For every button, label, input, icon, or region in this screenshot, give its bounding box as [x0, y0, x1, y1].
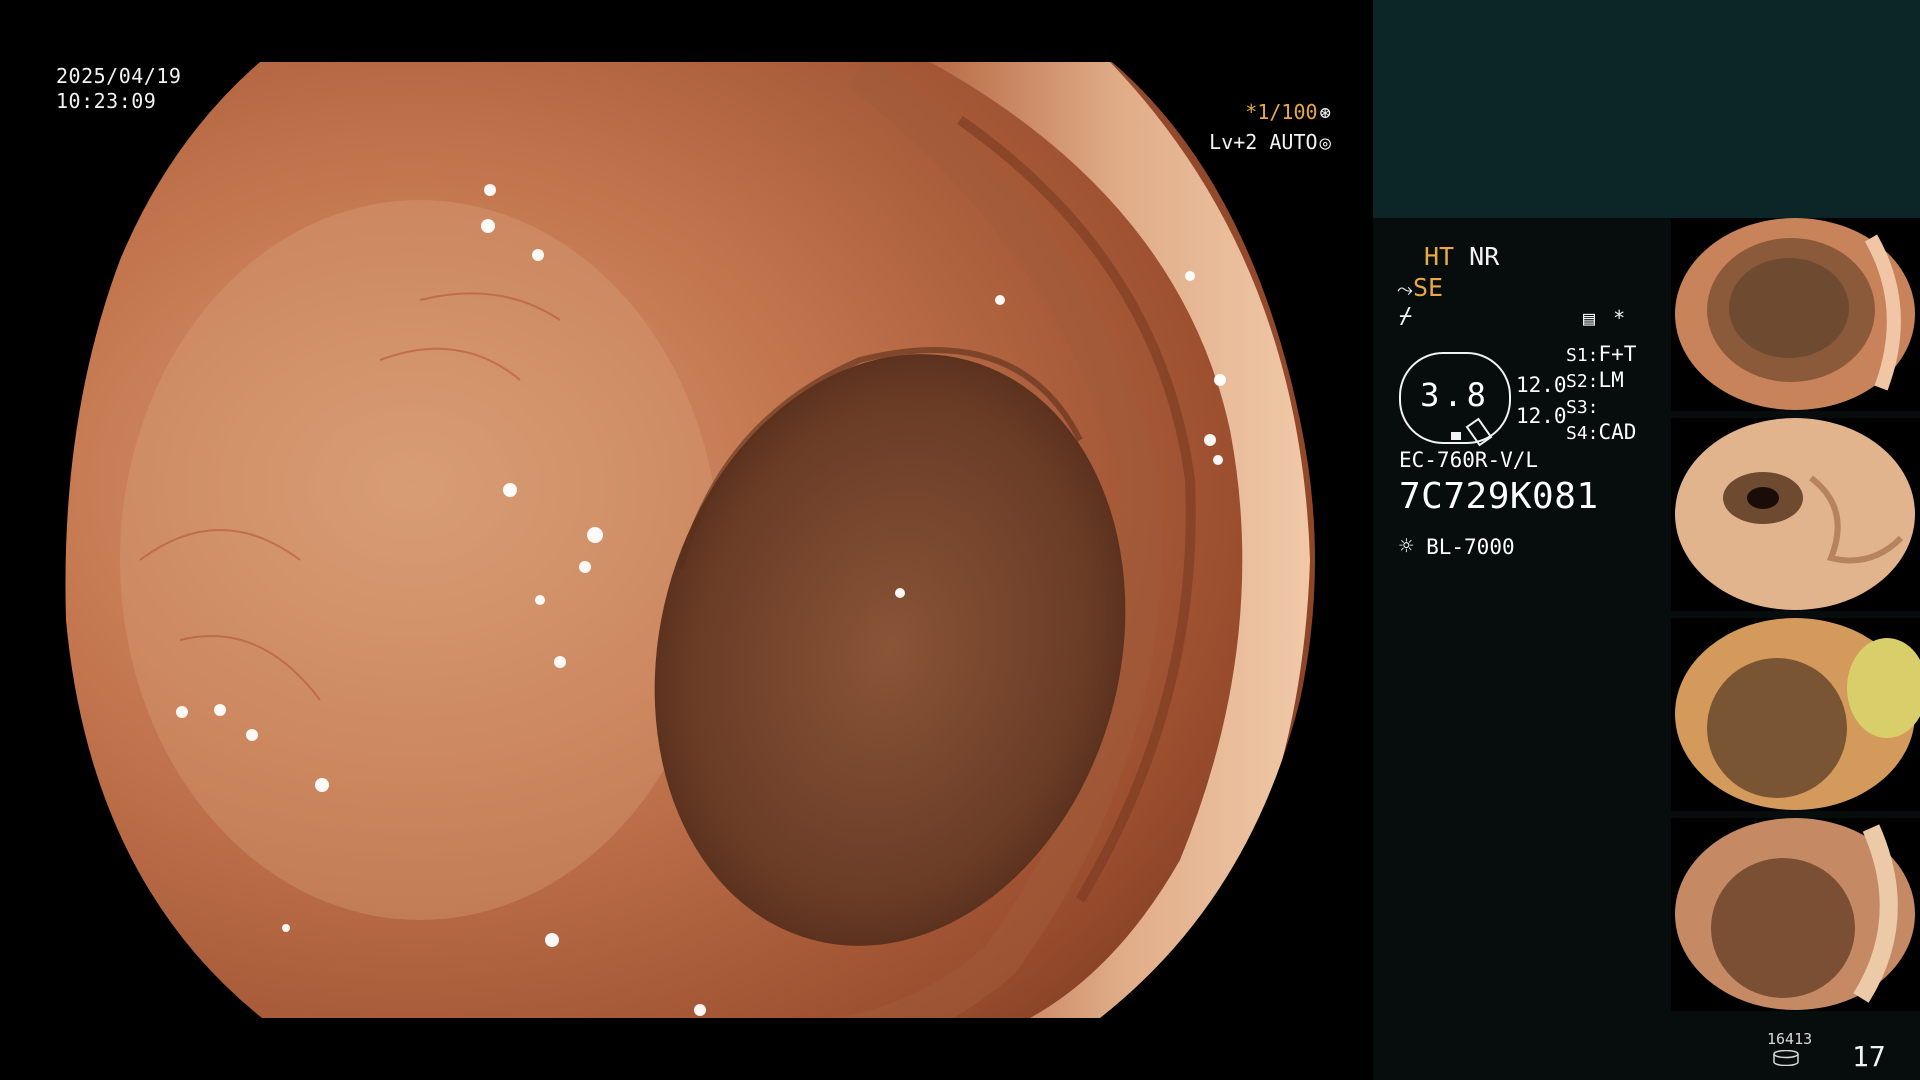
thumbnail-1[interactable] [1671, 218, 1920, 411]
date-time-display: 2025/04/19 10:23:09 [56, 64, 181, 114]
image-count: 17 [1852, 1040, 1886, 1073]
s2-value: LM [1598, 368, 1624, 392]
menu-icon: ▤ [1583, 306, 1596, 330]
iris-mode: AUTO [1269, 130, 1318, 154]
s2-label: S2: [1566, 371, 1599, 392]
asterisk-mark: * [1613, 306, 1626, 330]
scope-serial: 7C729K081 [1399, 476, 1599, 517]
enhance-level: Lv+2 [1209, 130, 1258, 154]
se-label: SE [1413, 273, 1444, 302]
s1-value: F+T [1598, 342, 1637, 366]
scope-function-icon: ⤳ [1397, 277, 1413, 301]
iris-icon: ◎ [1319, 132, 1331, 154]
gauge-value: 3.8 [1420, 376, 1490, 414]
switch-settings: S1:F+T S2:LM S3: S4:CAD [1566, 342, 1636, 446]
gauge-tab-icon [1465, 417, 1493, 447]
remaining-capacity: 16413 [1767, 1030, 1813, 1048]
exposure-info: *1/100 ⊛ Lv+2 AUTO ◎ [1209, 98, 1331, 158]
gauge-indicator [1451, 432, 1461, 440]
colon-lumen-image [65, 62, 1315, 1018]
shutter-icon: ⊛ [1319, 102, 1331, 124]
nr-label: NR [1469, 242, 1500, 271]
date-text: 2025/04/19 [56, 64, 182, 88]
s4-label: S4: [1566, 423, 1599, 444]
ht-label: HT [1424, 242, 1455, 271]
time-text: 10:23:09 [56, 89, 157, 113]
magnification-gauge: 3.8 [1399, 352, 1511, 447]
s1-label: S1: [1566, 345, 1599, 366]
storage-disk-icon [1773, 1050, 1799, 1066]
light-source-icon: ☼ [1399, 532, 1414, 560]
param-2: 12.0 [1516, 404, 1567, 428]
light-source-label: BL-7000 [1426, 535, 1515, 559]
scope-model: EC-760R-V/L [1399, 448, 1539, 472]
s3-label: S3: [1566, 397, 1599, 418]
freeze-icon: ⌿ [1399, 304, 1413, 329]
shutter-speed: *1/100 [1245, 100, 1318, 124]
endoscope-view: 2025/04/19 10:23:09 *1/100 ⊛ Lv+2 AUTO ◎ [0, 0, 1373, 1080]
numeric-params: 12.0 12.0 [1516, 370, 1567, 432]
light-source: ☼ BL-7000 [1399, 532, 1515, 560]
thumbnail-2[interactable] [1671, 418, 1920, 611]
panel-header-area [1373, 0, 1920, 218]
thumbnail-3[interactable] [1671, 618, 1920, 811]
status-panel: HT NR ⤳SE ⌿ ▤ * 3.8 12.0 12.0 S1:F+T S2:… [1373, 0, 1920, 1080]
param-1: 12.0 [1516, 373, 1567, 397]
s4-value: CAD [1598, 420, 1637, 444]
thumbnail-4[interactable] [1671, 818, 1920, 1011]
